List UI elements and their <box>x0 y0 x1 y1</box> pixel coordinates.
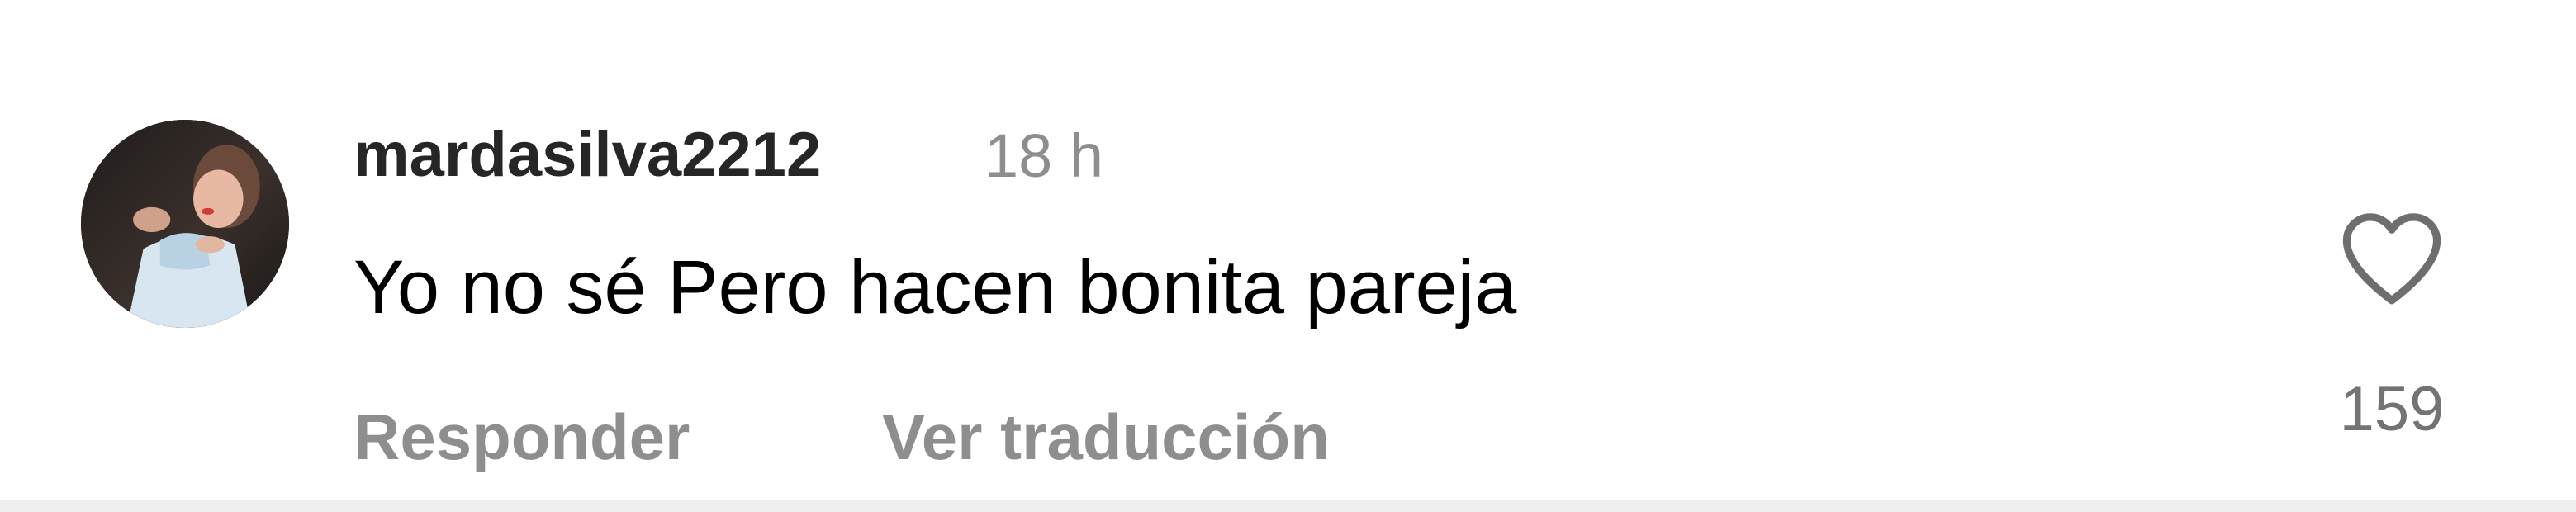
comment-timestamp: 18 h <box>984 121 1104 190</box>
avatar[interactable] <box>81 120 289 328</box>
comment-text: Yo no sé Pero hacen bonita pareja <box>353 245 1517 329</box>
divider <box>0 500 2576 512</box>
reply-button[interactable]: Responder <box>353 405 690 469</box>
like-count: 159 <box>2339 374 2445 444</box>
heart-outline-icon <box>2342 213 2441 305</box>
see-translation-button[interactable]: Ver traducción <box>882 405 1330 469</box>
comment-item: mardasilva2212 18 h Yo no sé Pero hacen … <box>0 0 2576 500</box>
username[interactable]: mardasilva2212 <box>353 124 821 187</box>
avatar-image <box>81 120 289 328</box>
like-button[interactable] <box>2336 208 2448 307</box>
